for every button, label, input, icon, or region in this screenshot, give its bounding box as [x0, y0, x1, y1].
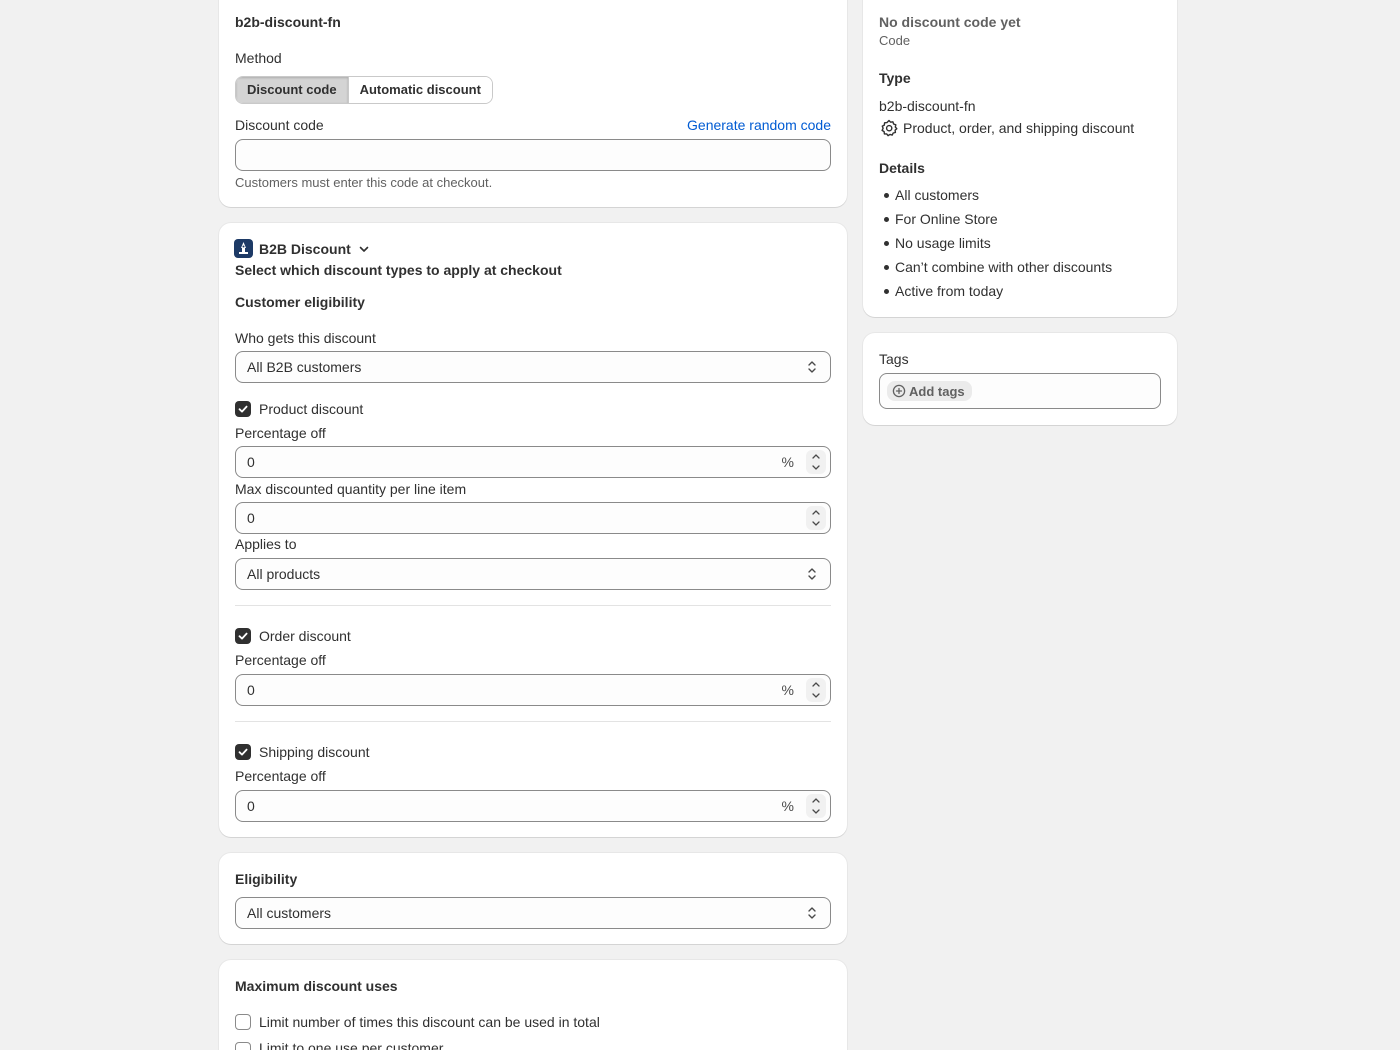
number-stepper[interactable] [806, 794, 826, 818]
chevron-down-icon [359, 246, 369, 252]
type-name: b2b-discount-fn [879, 98, 976, 114]
discount-code-input[interactable] [235, 139, 831, 171]
order-discount-label: Order discount [259, 628, 351, 644]
type-description: Product, order, and shipping discount [903, 120, 1135, 136]
max-uses-heading: Maximum discount uses [235, 978, 398, 994]
app-selector[interactable]: B2B Discount [259, 241, 371, 257]
max-uses-card: Maximum discount uses Limit number of ti… [219, 960, 847, 1050]
applies-to-label: Applies to [235, 536, 297, 552]
shipping-discount-checkbox[interactable] [235, 744, 251, 760]
product-percentage-input[interactable]: 0 % [235, 446, 831, 478]
product-discount-checkbox[interactable] [235, 401, 251, 417]
details-item: Active from today [879, 279, 1112, 303]
who-gets-value: All B2B customers [247, 359, 362, 375]
summary-card: No discount code yet Code Type b2b-disco… [863, 0, 1177, 317]
shipping-percentage-input[interactable]: 0 % [235, 790, 831, 822]
percent-suffix: % [781, 454, 794, 470]
add-tags-button[interactable]: Add tags [887, 381, 972, 401]
type-row: Product, order, and shipping discount [879, 118, 1134, 138]
applies-to-select[interactable]: All products [235, 558, 831, 590]
who-gets-label: Who gets this discount [235, 330, 376, 346]
stepper-up-icon [812, 682, 820, 687]
b2b-subtitle: Select which discount types to apply at … [235, 262, 562, 278]
b2b-discount-card: B2B Discount Select which discount types… [219, 223, 847, 837]
method-card: b2b-discount-fn Method Discount code Aut… [219, 0, 847, 207]
max-quantity-label: Max discounted quantity per line item [235, 481, 467, 497]
type-heading: Type [879, 70, 911, 86]
automatic-discount-option[interactable]: Automatic discount [347, 77, 492, 103]
order-discount-checkbox[interactable] [235, 628, 251, 644]
who-gets-select[interactable]: All B2B customers [235, 351, 831, 383]
order-percentage-value: 0 [247, 682, 255, 698]
tags-heading: Tags [879, 351, 909, 367]
app-name: B2B Discount [259, 241, 351, 257]
checkmark-icon [238, 632, 248, 640]
order-percentage-label: Percentage off [235, 652, 326, 668]
order-percentage-input[interactable]: 0 % [235, 674, 831, 706]
number-stepper[interactable] [806, 678, 826, 702]
stepper-down-icon [812, 809, 820, 814]
select-chevron-icon [808, 907, 816, 919]
generate-random-code-link[interactable]: Generate random code [687, 117, 831, 133]
discount-code-label: Discount code [235, 117, 324, 133]
customer-eligibility-heading: Customer eligibility [235, 294, 365, 310]
divider [235, 721, 831, 722]
select-chevron-icon [808, 361, 816, 373]
details-item: For Online Store [879, 207, 1112, 231]
add-tags-label: Add tags [909, 383, 965, 399]
product-percentage-value: 0 [247, 454, 255, 470]
eligibility-card: Eligibility All customers [219, 853, 847, 944]
stepper-down-icon [812, 521, 820, 526]
limit-total-label: Limit number of times this discount can … [259, 1014, 600, 1030]
max-quantity-input[interactable]: 0 [235, 502, 831, 534]
app-icon [234, 239, 253, 258]
discount-code-help: Customers must enter this code at checko… [235, 175, 493, 190]
tags-input[interactable]: Add tags [879, 373, 1161, 409]
eligibility-value: All customers [247, 905, 332, 921]
shipping-discount-label: Shipping discount [259, 744, 370, 760]
stepper-down-icon [812, 693, 820, 698]
number-stepper[interactable] [806, 506, 826, 530]
eligibility-select[interactable]: All customers [235, 897, 831, 929]
method-label: Method [235, 50, 282, 66]
product-percentage-label: Percentage off [235, 425, 326, 441]
limit-per-customer-checkbox[interactable] [235, 1042, 251, 1050]
shipping-percentage-label: Percentage off [235, 768, 326, 784]
discount-code-option[interactable]: Discount code [236, 77, 348, 103]
max-quantity-value: 0 [247, 510, 255, 526]
method-segmented-control: Discount code Automatic discount [235, 76, 493, 104]
checkmark-icon [238, 405, 248, 413]
plus-circle-icon [892, 384, 906, 398]
limit-total-checkbox[interactable] [235, 1014, 251, 1030]
stepper-down-icon [812, 465, 820, 470]
eligibility-heading: Eligibility [235, 871, 298, 887]
details-item: All customers [879, 183, 1112, 207]
details-item: No usage limits [879, 231, 1112, 255]
percent-suffix: % [781, 798, 794, 814]
discount-title: b2b-discount-fn [235, 14, 341, 30]
stepper-up-icon [812, 510, 820, 515]
code-title: No discount code yet [879, 14, 1021, 30]
details-list: All customers For Online Store No usage … [879, 183, 1112, 303]
product-discount-label: Product discount [259, 401, 364, 417]
stepper-up-icon [812, 798, 820, 803]
details-item: Can’t combine with other discounts [879, 255, 1112, 279]
select-chevron-icon [808, 568, 816, 580]
percent-suffix: % [781, 682, 794, 698]
discount-gear-icon [881, 119, 898, 137]
tags-card: Tags Add tags [863, 333, 1177, 425]
divider [235, 605, 831, 606]
code-subtitle: Code [879, 33, 911, 48]
checkmark-icon [238, 748, 248, 756]
applies-to-value: All products [247, 566, 321, 582]
details-heading: Details [879, 160, 925, 176]
number-stepper[interactable] [806, 450, 826, 474]
limit-per-customer-label: Limit to one use per customer [259, 1040, 444, 1050]
shipping-percentage-value: 0 [247, 798, 255, 814]
stepper-up-icon [812, 454, 820, 459]
